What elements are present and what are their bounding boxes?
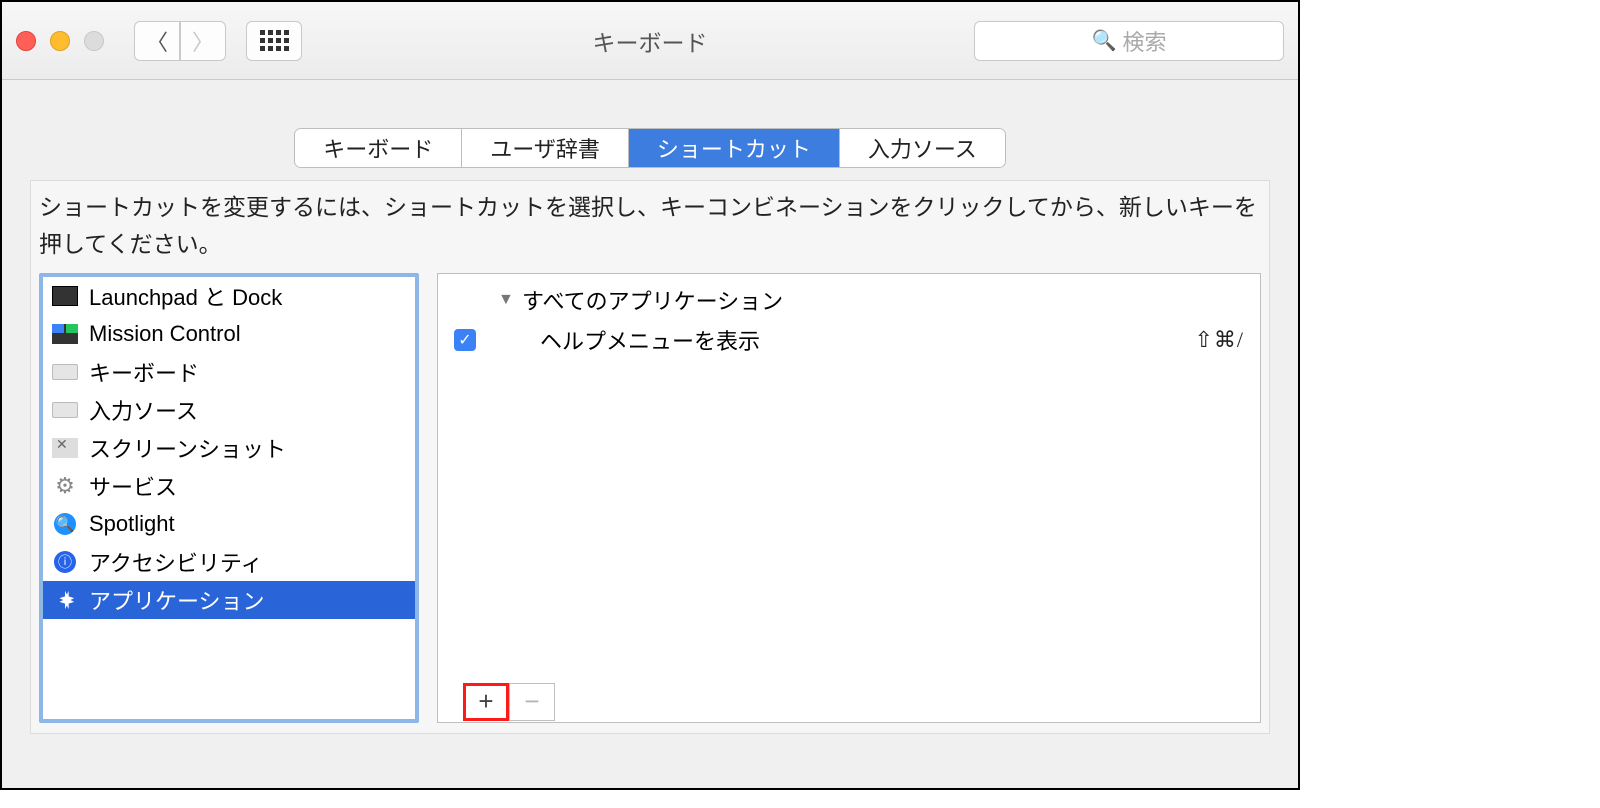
add-remove-buttons: + −: [463, 683, 555, 721]
add-shortcut-button[interactable]: +: [463, 683, 509, 721]
launchpad-icon: [51, 285, 79, 307]
shortcut-label: ヘルプメニューを表示: [540, 324, 760, 356]
sidebar-item-applications[interactable]: アプリケーション: [43, 581, 415, 619]
sidebar-item-label: Mission Control: [89, 321, 241, 347]
search-input[interactable]: 🔍 検索: [974, 21, 1284, 61]
sidebar-item-screenshot[interactable]: スクリーンショット: [43, 429, 415, 467]
spotlight-icon: 🔍: [51, 513, 79, 535]
sidebar-item-label: キーボード: [89, 356, 199, 388]
sidebar-item-keyboard[interactable]: キーボード: [43, 353, 415, 391]
instructions-text: ショートカットを変更するには、ショートカットを選択し、キーコンビネーションをクリ…: [31, 181, 1269, 273]
minimize-window-button[interactable]: [50, 31, 70, 51]
content-area: ショートカットを変更するには、ショートカットを選択し、キーコンビネーションをクリ…: [30, 180, 1270, 734]
tab-keyboard[interactable]: キーボード: [295, 129, 462, 167]
sidebar-item-label: 入力ソース: [89, 394, 198, 426]
shortcut-keys[interactable]: ⇧⌘/: [1194, 327, 1244, 353]
search-placeholder: 検索: [1122, 25, 1166, 57]
sidebar-item-label: Spotlight: [89, 511, 175, 537]
screenshot-icon: [51, 437, 79, 459]
forward-button: 〉: [180, 21, 226, 61]
shortcut-detail[interactable]: ▼ すべてのアプリケーション ✓ ヘルプメニューを表示 ⇧⌘/: [437, 273, 1261, 723]
app-icon: [51, 589, 79, 611]
sidebar-item-label: アプリケーション: [89, 584, 265, 616]
keyboard-icon: [51, 361, 79, 383]
sidebar-item-accessibility[interactable]: ⓘ アクセシビリティ: [43, 543, 415, 581]
nav-buttons: 〈 〉: [134, 21, 226, 61]
remove-shortcut-button: −: [509, 683, 555, 721]
shortcut-row[interactable]: ✓ ヘルプメニューを表示 ⇧⌘/: [454, 320, 1244, 360]
sidebar-item-mission-control[interactable]: Mission Control: [43, 315, 415, 353]
group-label: すべてのアプリケーション: [522, 284, 783, 316]
sidebar-item-services[interactable]: ⚙ サービス: [43, 467, 415, 505]
sidebar-item-label: スクリーンショット: [89, 432, 286, 464]
input-sources-icon: [51, 399, 79, 421]
back-button[interactable]: 〈: [134, 21, 180, 61]
category-sidebar[interactable]: Launchpad と Dock Mission Control キーボード 入…: [39, 273, 419, 723]
zoom-window-button: [84, 31, 104, 51]
gear-icon: ⚙: [51, 475, 79, 497]
tab-user-dictionary[interactable]: ユーザ辞書: [462, 129, 629, 167]
preferences-window: 〈 〉 キーボード 🔍 検索 キーボード ユーザ辞書 ショートカット 入力ソース…: [0, 0, 1300, 790]
tab-shortcuts[interactable]: ショートカット: [629, 129, 840, 167]
sidebar-item-launchpad-dock[interactable]: Launchpad と Dock: [43, 277, 415, 315]
app-store-icon: [54, 589, 76, 611]
checkbox-checked[interactable]: ✓: [454, 329, 476, 351]
show-all-button[interactable]: [246, 21, 302, 61]
mission-control-icon: [51, 323, 79, 345]
tab-input-sources[interactable]: 入力ソース: [840, 129, 1005, 167]
sidebar-item-spotlight[interactable]: 🔍 Spotlight: [43, 505, 415, 543]
traffic-lights: [16, 31, 104, 51]
titlebar: 〈 〉 キーボード 🔍 検索: [2, 2, 1298, 80]
sidebar-item-label: Launchpad と Dock: [89, 280, 282, 312]
sidebar-item-label: アクセシビリティ: [89, 546, 263, 578]
sidebar-item-input-sources[interactable]: 入力ソース: [43, 391, 415, 429]
accessibility-icon: ⓘ: [51, 551, 79, 573]
sidebar-item-label: サービス: [89, 470, 177, 502]
tab-bar: キーボード ユーザ辞書 ショートカット 入力ソース: [2, 128, 1298, 168]
search-icon: 🔍: [1092, 28, 1117, 53]
group-row[interactable]: ▼ すべてのアプリケーション: [454, 280, 1244, 320]
close-window-button[interactable]: [16, 31, 36, 51]
disclosure-triangle-icon[interactable]: ▼: [498, 291, 518, 309]
grid-icon: [260, 30, 289, 51]
